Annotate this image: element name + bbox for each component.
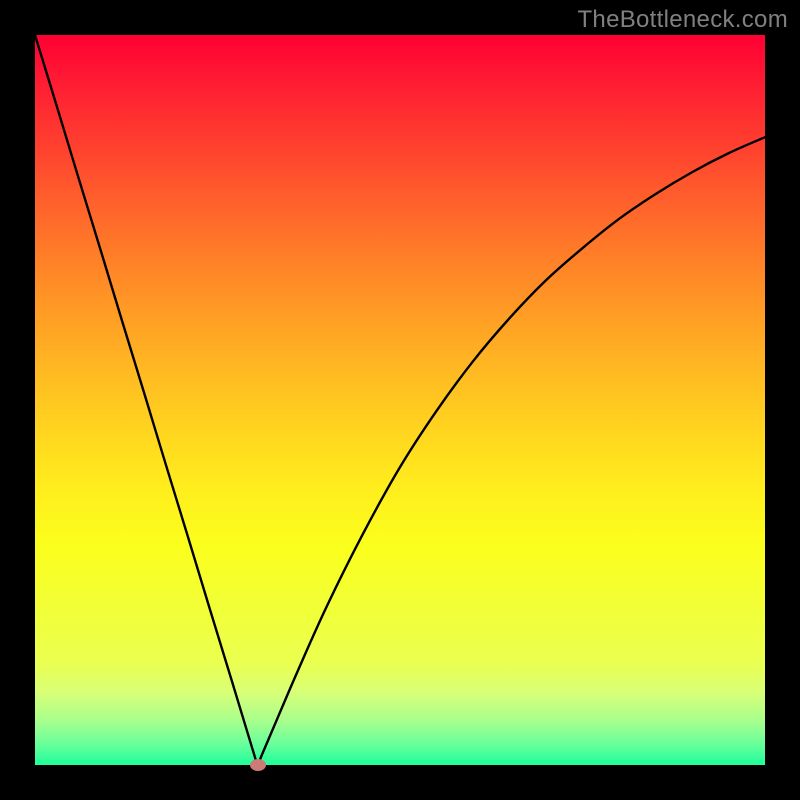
curve-path <box>35 35 765 765</box>
plot-area <box>35 35 765 765</box>
watermark-text: TheBottleneck.com <box>577 6 788 34</box>
bottleneck-curve <box>35 35 765 765</box>
chart-frame: TheBottleneck.com <box>0 0 800 800</box>
optimum-marker <box>250 759 266 771</box>
